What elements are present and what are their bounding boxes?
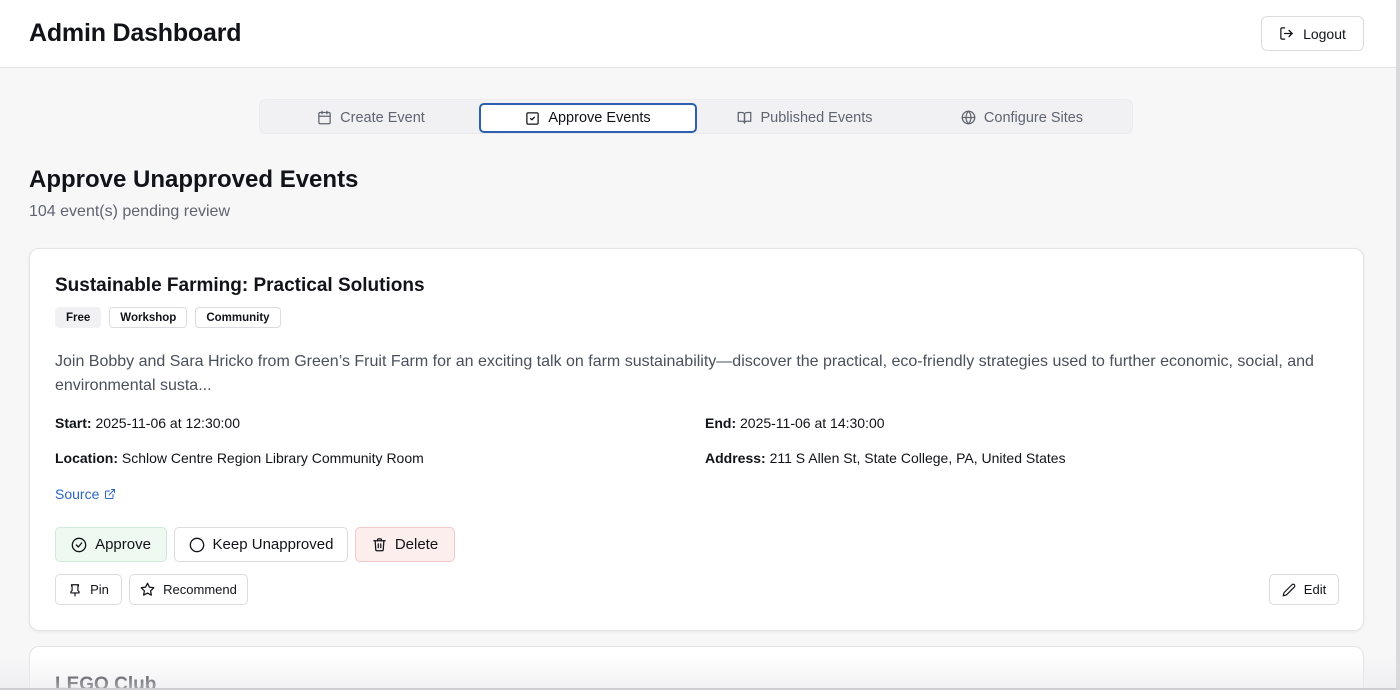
tab-label: Create Event	[340, 109, 425, 126]
event-address: Address: 211 S Allen St, State College, …	[705, 450, 1066, 466]
source-label: Source	[55, 486, 100, 502]
tag-badge: Community	[195, 307, 281, 328]
check-circle-icon	[71, 537, 87, 553]
location-value: Schlow Centre Region Library Community R…	[121, 450, 424, 466]
location-label: Location:	[55, 450, 118, 466]
trash-icon	[372, 537, 387, 552]
page-title: Admin Dashboard	[29, 19, 242, 47]
pin-icon	[68, 583, 82, 597]
section-title: Approve Unapproved Events	[29, 166, 359, 193]
address-label: Address:	[705, 450, 766, 466]
start-value: 2025-11-06 at 12:30:00	[95, 415, 240, 431]
logout-label: Logout	[1303, 25, 1346, 42]
scrollbar[interactable]	[1396, 0, 1400, 690]
tab-bar: Create Event Approve Events Published Ev…	[259, 99, 1133, 134]
app-header: Admin Dashboard Logout	[0, 0, 1396, 68]
tab-published-events[interactable]: Published Events	[697, 103, 913, 132]
approve-label: Approve	[95, 536, 151, 553]
address-value: 211 S Allen St, State College, PA, Unite…	[769, 450, 1066, 466]
end-value: 2025-11-06 at 14:30:00	[740, 415, 885, 431]
event-title: Sustainable Farming: Practical Solutions	[55, 275, 425, 296]
calendar-icon	[317, 110, 332, 125]
event-card: Sustainable Farming: Practical Solutions…	[29, 248, 1364, 631]
external-link-icon	[104, 488, 116, 500]
edit-button[interactable]: Edit	[1269, 574, 1339, 605]
event-card: LEGO Club	[29, 646, 1364, 690]
tag-badge: Workshop	[109, 307, 188, 328]
keep-unapproved-button[interactable]: Keep Unapproved	[174, 527, 348, 562]
logout-icon	[1279, 26, 1294, 41]
tab-label: Configure Sites	[983, 109, 1084, 126]
circle-icon	[189, 537, 205, 553]
pin-button[interactable]: Pin	[55, 574, 122, 605]
tab-approve-events[interactable]: Approve Events	[479, 103, 697, 133]
recommend-button[interactable]: Recommend	[129, 574, 248, 605]
tab-label: Approve Events	[548, 110, 651, 126]
recommend-label: Recommend	[163, 582, 237, 597]
check-square-icon	[525, 111, 540, 126]
end-label: End:	[705, 415, 737, 431]
event-end: End: 2025-11-06 at 14:30:00	[705, 415, 885, 431]
tab-create-event[interactable]: Create Event	[263, 103, 479, 132]
tag-badge: Free	[55, 307, 102, 328]
delete-label: Delete	[394, 536, 439, 553]
event-tags: Free Workshop Community	[55, 307, 281, 328]
start-label: Start:	[55, 415, 92, 431]
keep-unapproved-label: Keep Unapproved	[212, 536, 334, 553]
source-link[interactable]: Source	[55, 486, 116, 502]
approve-button[interactable]: Approve	[55, 527, 167, 562]
tab-label: Published Events	[760, 109, 873, 126]
event-location: Location: Schlow Centre Region Library C…	[55, 450, 424, 466]
star-icon	[140, 582, 155, 597]
pin-label: Pin	[90, 582, 109, 597]
delete-button[interactable]: Delete	[355, 527, 455, 562]
event-start: Start: 2025-11-06 at 12:30:00	[55, 415, 240, 431]
globe-icon	[961, 110, 976, 125]
pending-count: 104 event(s) pending review	[29, 203, 231, 220]
edit-label: Edit	[1303, 582, 1327, 597]
pencil-icon	[1282, 583, 1296, 597]
tab-configure-sites[interactable]: Configure Sites	[913, 103, 1131, 132]
book-open-icon	[737, 110, 752, 125]
logout-button[interactable]: Logout	[1261, 16, 1364, 51]
event-description: Join Bobby and Sara Hricko from Green’s …	[55, 353, 1314, 394]
